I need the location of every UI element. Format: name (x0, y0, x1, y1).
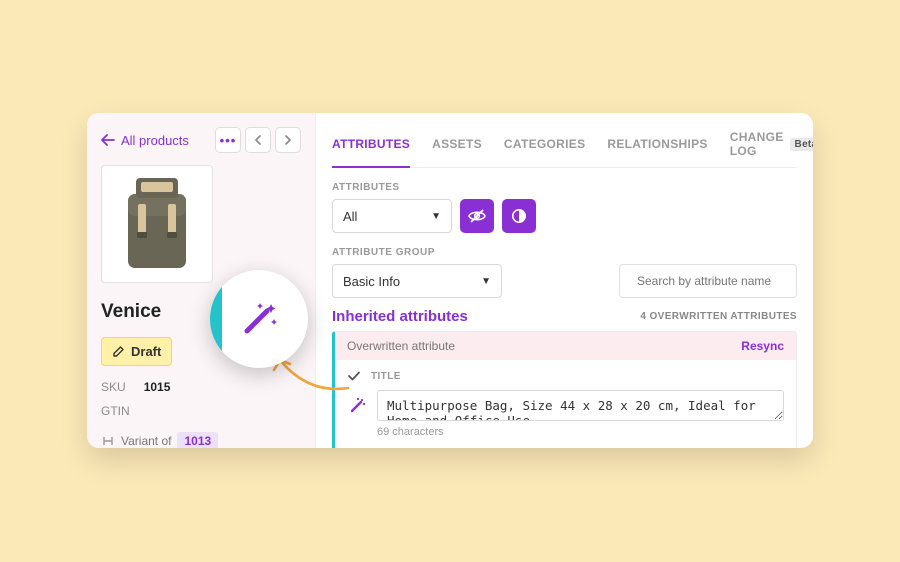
tab-relationships[interactable]: RELATIONSHIPS (607, 121, 707, 167)
sku-label: SKU (101, 380, 126, 394)
attributes-select[interactable]: All ▼ (332, 199, 452, 233)
next-button[interactable] (275, 127, 301, 153)
attribute-input-row (347, 390, 784, 421)
product-image[interactable] (101, 165, 213, 283)
tab-categories-label: CATEGORIES (504, 137, 585, 151)
sku-value: 1015 (144, 380, 171, 394)
wand-icon (237, 297, 281, 341)
overwritten-count: 4 OVERWRITTEN ATTRIBUTES (640, 311, 797, 322)
all-products-label: All products (121, 133, 189, 148)
variant-chip[interactable]: 1013 (177, 432, 218, 448)
attribute-group-select[interactable]: Basic Info ▼ (332, 264, 502, 298)
beta-chip: Beta (790, 138, 813, 151)
eye-off-icon (468, 208, 486, 224)
ai-wand-callout (210, 270, 308, 368)
attribute-body: TITLE 69 characters (335, 360, 796, 448)
callout-accent-edge (210, 270, 222, 368)
hide-toggle-button[interactable] (460, 199, 494, 233)
attribute-card-title: Overwritten attribute Resync TITLE (332, 331, 797, 448)
contrast-toggle-button[interactable] (502, 199, 536, 233)
gtin-row: GTIN (101, 404, 301, 418)
attributes-select-value: All (343, 209, 357, 224)
tab-attributes-label: ATTRIBUTES (332, 137, 410, 151)
attribute-search-input[interactable] (637, 274, 792, 288)
tab-bar: ATTRIBUTES ASSETS CATEGORIES RELATIONSHI… (332, 121, 797, 168)
tab-attributes[interactable]: ATTRIBUTES (332, 121, 410, 167)
overwritten-label: Overwritten attribute (347, 339, 455, 353)
tab-assets[interactable]: ASSETS (432, 121, 482, 167)
more-button[interactable]: ••• (215, 127, 241, 153)
draft-label: Draft (131, 344, 161, 359)
overwritten-strip: Overwritten attribute Resync (335, 332, 796, 360)
chevron-left-icon (254, 135, 262, 145)
chevron-right-icon (284, 135, 292, 145)
variant-label: Variant of (121, 434, 171, 448)
more-icon: ••• (220, 133, 237, 148)
sidebar-nav-row: All products ••• (101, 127, 301, 153)
tab-relationships-label: RELATIONSHIPS (607, 137, 707, 151)
inherited-header: Inherited attributes 4 OVERWRITTEN ATTRI… (332, 308, 797, 325)
main-panel: ATTRIBUTES ASSETS CATEGORIES RELATIONSHI… (316, 113, 813, 448)
gtin-label: GTIN (101, 404, 130, 418)
tab-assets-label: ASSETS (432, 137, 482, 151)
char-count: 69 characters (377, 426, 784, 438)
attribute-group-value: Basic Info (343, 274, 400, 289)
all-products-link[interactable]: All products (101, 133, 189, 148)
tab-categories[interactable]: CATEGORIES (504, 121, 585, 167)
title-input[interactable] (377, 390, 784, 421)
variant-row: Variant of 1013 (101, 432, 301, 448)
variant-icon (101, 435, 115, 447)
attribute-group-label: ATTRIBUTE GROUP (332, 247, 502, 258)
inherited-title: Inherited attributes (332, 308, 468, 325)
app-window: All products ••• (87, 113, 813, 448)
attributes-filter-label: ATTRIBUTES (332, 182, 797, 193)
chevron-down-icon: ▼ (431, 211, 441, 222)
contrast-icon (511, 208, 527, 224)
attribute-title-row: TITLE (347, 370, 784, 382)
resync-button[interactable]: Resync (741, 339, 784, 353)
prev-button[interactable] (245, 127, 271, 153)
backpack-icon (114, 172, 200, 276)
tab-changelog[interactable]: CHANGE LOG Beta (730, 121, 813, 167)
attributes-filter-row: All ▼ (332, 199, 797, 233)
tab-changelog-label: CHANGE LOG (730, 130, 784, 158)
pencil-icon (112, 345, 125, 358)
nav-button-group: ••• (215, 127, 301, 153)
attribute-name-label: TITLE (371, 371, 401, 382)
arrow-left-icon (101, 134, 115, 146)
attribute-search[interactable] (619, 264, 797, 298)
chevron-down-icon: ▼ (481, 276, 491, 287)
status-draft-badge[interactable]: Draft (101, 337, 172, 366)
